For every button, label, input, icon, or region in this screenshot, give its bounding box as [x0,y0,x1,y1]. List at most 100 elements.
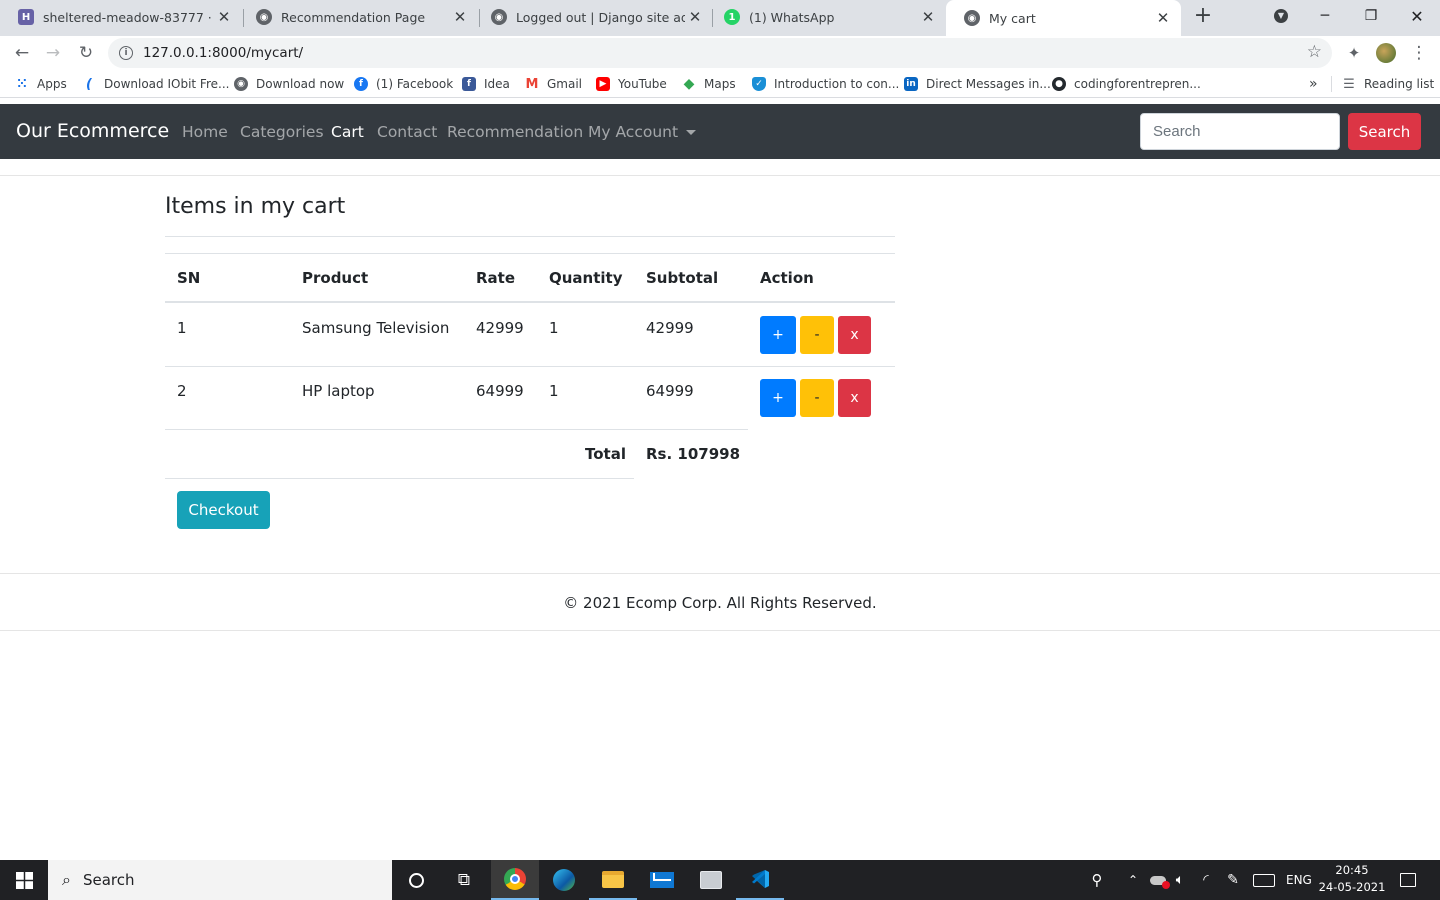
bookmark-youtube[interactable]: ▶ YouTube [596,75,667,93]
tab-my-cart[interactable]: ◉ My cart ✕ [946,0,1181,36]
decrease-quantity-button[interactable]: - [800,316,834,354]
notifications-icon[interactable] [1396,860,1420,900]
nav-my-account-dropdown[interactable]: My Account [588,123,697,141]
search-input[interactable] [1140,113,1340,150]
clock-date: 24-05-2021 [1318,880,1386,894]
bookmark-label: (1) Facebook [376,77,454,91]
brand-logo[interactable]: Our Ecommerce [16,120,169,142]
nav-recommendation[interactable]: Recommendation [447,123,583,141]
taskbar-clock[interactable]: 20:45 24-05-2021 [1316,862,1388,896]
bookmark-download-now[interactable]: ◉ Download now [234,75,344,93]
language-indicator[interactable]: ENG [1286,860,1312,900]
bookmark-coding[interactable]: ● codingforentrepren... [1052,75,1201,93]
remove-item-button[interactable]: x [838,316,871,354]
bookmark-iobit[interactable]: ( Download IObit Fre... [82,75,229,93]
cell-rate: 64999 [476,382,524,400]
cell-quantity: 1 [549,382,559,400]
bookmark-direct-messages[interactable]: in Direct Messages in... [904,75,1051,93]
facebook-icon: f [462,77,476,91]
whatsapp-icon: 1 [724,9,740,25]
cell-subtotal: 42999 [646,319,694,337]
close-icon[interactable]: ✕ [450,8,470,26]
back-icon[interactable]: ← [9,40,35,66]
column-header-action: Action [760,269,814,287]
close-icon[interactable]: ✕ [214,8,234,26]
bookmark-label: Apps [37,77,67,91]
checkout-button[interactable]: Checkout [177,491,270,529]
tab-django-admin[interactable]: ◉ Logged out | Django site admin ✕ [473,0,713,34]
bookmark-label: YouTube [618,77,667,91]
snipping-tool-icon[interactable] [687,860,735,900]
row-border [165,366,895,367]
decrease-quantity-button[interactable]: - [800,379,834,417]
bookmark-apps[interactable]: ⁙ Apps [15,75,67,93]
bookmarks-bar: ⁙ Apps ( Download IObit Fre... ◉ Downloa… [0,70,1440,98]
extensions-icon[interactable]: ✦ [1341,40,1367,66]
close-icon[interactable]: ✕ [685,8,705,26]
address-bar[interactable]: i 127.0.0.1:8000/mycart/ ☆ [108,38,1332,68]
increase-quantity-button[interactable]: + [760,379,796,417]
task-view-icon[interactable]: ⧉ [440,860,488,900]
cortana-icon[interactable] [392,860,440,900]
vscode-icon[interactable] [736,860,784,900]
bookmark-label: Download IObit Fre... [104,77,230,91]
onedrive-icon[interactable] [1148,860,1170,900]
tab-whatsapp[interactable]: 1 (1) WhatsApp ✕ [706,0,946,34]
maps-icon: ◆ [683,76,695,92]
nav-cart[interactable]: Cart [331,123,364,141]
footer-copyright: © 2021 Ecomp Corp. All Rights Reserved. [563,594,877,612]
tab-search-icon[interactable]: ▼ [1258,0,1304,32]
minimize-icon[interactable]: ─ [1302,0,1348,32]
page-title: Items in my cart [165,194,346,219]
bookmark-star-icon[interactable]: ☆ [1307,42,1322,62]
chevron-up-icon[interactable]: ⌃ [1124,860,1142,900]
row-border [165,478,634,479]
footer-bottom-border [0,630,1440,631]
tab-recommendation[interactable]: ◉ Recommendation Page ✕ [238,0,478,34]
bookmark-introduction[interactable]: ✓ Introduction to con... [752,75,899,93]
total-value: Rs. 107998 [646,445,741,463]
wifi-icon[interactable]: ◜ [1196,860,1216,900]
nav-categories[interactable]: Categories [240,123,324,141]
column-header-product: Product [302,269,369,287]
bookmarks-overflow-icon[interactable]: » [1309,75,1318,93]
nav-contact[interactable]: Contact [377,123,437,141]
bookmark-gmail[interactable]: M Gmail [525,75,582,93]
forward-icon[interactable]: → [40,40,66,66]
close-icon[interactable]: ✕ [1153,9,1173,27]
people-icon[interactable]: ⚲ [1087,860,1107,900]
caret-down-icon [686,130,697,135]
keyboard-icon[interactable] [1252,860,1276,900]
cell-rate: 42999 [476,319,524,337]
windows-start-icon[interactable] [0,860,48,900]
bookmark-idea[interactable]: f Idea [462,75,510,93]
reload-icon[interactable]: ↻ [73,40,99,66]
profile-avatar[interactable] [1373,40,1399,66]
restore-icon[interactable]: ❐ [1348,0,1394,32]
github-icon: ● [1052,77,1066,91]
volume-icon[interactable]: 🔈︎ [1170,860,1190,900]
mail-icon[interactable] [638,860,686,900]
close-icon[interactable]: ✕ [918,8,938,26]
tab-heroku[interactable]: H sheltered-meadow-83777 · Setti ✕ [0,0,242,34]
search-button[interactable]: Search [1348,113,1421,150]
bookmark-label: Maps [704,77,736,91]
remove-item-button[interactable]: x [838,379,871,417]
window-close-icon[interactable]: ✕ [1394,0,1440,32]
bookmark-facebook[interactable]: f (1) Facebook [354,75,453,93]
bookmark-maps[interactable]: ◆ Maps [682,75,736,93]
total-label: Total [585,445,626,463]
site-info-icon[interactable]: i [119,46,133,60]
bookmark-label: Gmail [547,77,583,91]
reading-list-button[interactable]: ☰ Reading list [1342,75,1434,93]
new-tab-button[interactable]: + [1191,5,1215,29]
file-explorer-icon[interactable] [589,860,637,900]
pen-icon[interactable]: ✎ [1222,860,1244,900]
menu-kebab-icon[interactable]: ⋮ [1406,40,1432,66]
taskbar-search-box[interactable]: ⌕ Search [48,860,392,900]
increase-quantity-button[interactable]: + [760,316,796,354]
cell-sn: 2 [177,382,187,400]
nav-home[interactable]: Home [182,123,228,141]
chrome-icon[interactable] [491,860,539,900]
edge-icon[interactable] [540,860,588,900]
